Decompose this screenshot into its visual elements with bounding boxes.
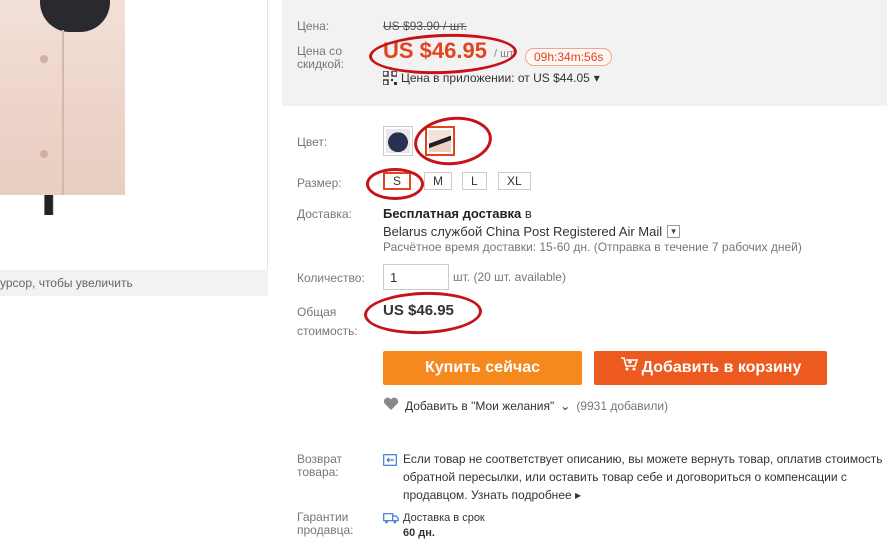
shipping-label: Доставка: — [297, 207, 352, 221]
color-swatch-navy[interactable] — [383, 126, 413, 156]
app-price-text: Цена в приложении: от US $44.05 — [401, 71, 590, 85]
product-photo[interactable] — [0, 0, 125, 215]
quantity-input[interactable] — [383, 264, 449, 290]
heart-icon — [383, 397, 399, 414]
buy-now-button[interactable]: Купить сейчас — [383, 351, 582, 385]
free-shipping: Бесплатная доставка — [383, 206, 522, 221]
product-gallery: урсор, чтобы увеличить — [0, 0, 268, 296]
return-label-2: товара: — [297, 465, 339, 479]
shipping-method-text: Belarus службой China Post Registered Ai… — [383, 224, 663, 239]
price-label: Цена: — [297, 19, 330, 33]
delivery-on-time: Доставка в срок — [403, 512, 485, 524]
total-price: US $46.95 — [383, 302, 454, 319]
size-option-l[interactable]: L — [462, 172, 487, 190]
photo-scarf — [40, 0, 110, 32]
quantity-label: Количество: — [297, 271, 365, 285]
add-to-cart-button[interactable]: Добавить в корзину — [594, 351, 827, 385]
photo-coat-button — [40, 150, 48, 158]
learn-more-link[interactable]: Узнать подробнее — [471, 488, 572, 502]
shipping-method[interactable]: Belarus службой China Post Registered Ai… — [383, 224, 681, 239]
total-label-1: Общая — [297, 305, 337, 319]
add-to-cart-label: Добавить в корзину — [641, 359, 802, 376]
delivery-days: 60 дн. — [403, 527, 435, 539]
return-policy: Если товар не соответствует описанию, вы… — [403, 450, 887, 504]
app-price[interactable]: Цена в приложении: от US $44.05 ▾ — [382, 70, 600, 86]
delivery-guarantee: Доставка в срок 60 дн. — [403, 511, 485, 541]
per-unit: / шт. — [494, 48, 516, 60]
photo-coat-button — [40, 55, 48, 63]
total-label-2: стоимость: — [297, 324, 358, 338]
size-option-m[interactable]: M — [424, 172, 452, 190]
discount-price-label-1: Цена со — [297, 44, 342, 58]
wishlist-label: Добавить в "Мои желания" — [405, 398, 555, 413]
guarantee-label-2: продавца: — [297, 523, 354, 537]
size-label: Размер: — [297, 176, 342, 190]
color-swatch-beige[interactable] — [425, 126, 455, 156]
size-option-xl[interactable]: XL — [498, 172, 531, 190]
qr-code-icon — [382, 70, 398, 86]
photo-coat-fold — [62, 30, 64, 215]
delivery-truck-icon — [383, 512, 399, 524]
zoom-hint: урсор, чтобы увеличить — [0, 270, 268, 296]
shipping-title: Бесплатная доставка в — [383, 206, 532, 221]
wishlist[interactable]: Добавить в "Мои желания" ⌄ (9931 добавил… — [383, 397, 668, 414]
chevron-right-icon: ▸ — [575, 488, 582, 502]
return-icon — [383, 454, 397, 466]
chevron-down-icon: ⌄ — [560, 398, 571, 413]
return-label-1: Возврат — [297, 452, 342, 466]
shipping-to: в — [524, 206, 532, 221]
quantity-available: шт. (20 шт. available) — [453, 270, 566, 284]
chevron-down-icon: ▾ — [593, 71, 600, 85]
sale-price: US $46.95 — [383, 38, 487, 63]
shipping-eta: Расчётное время доставки: 15-60 дн. (Отп… — [383, 240, 802, 254]
countdown-timer: 09h:34m:56s — [525, 48, 613, 66]
discount-price-label-2: скидкой: — [297, 57, 345, 71]
color-label: Цвет: — [297, 135, 328, 149]
original-price: US $93.90 / шт. — [383, 19, 467, 33]
cart-icon — [620, 351, 638, 385]
wishlist-count: (9931 добавили) — [576, 398, 669, 413]
photo-legs — [0, 195, 125, 215]
size-option-s[interactable]: S — [383, 172, 412, 190]
guarantee-label-1: Гарантии — [297, 510, 349, 524]
dropdown-icon[interactable]: ▼ — [667, 225, 681, 238]
